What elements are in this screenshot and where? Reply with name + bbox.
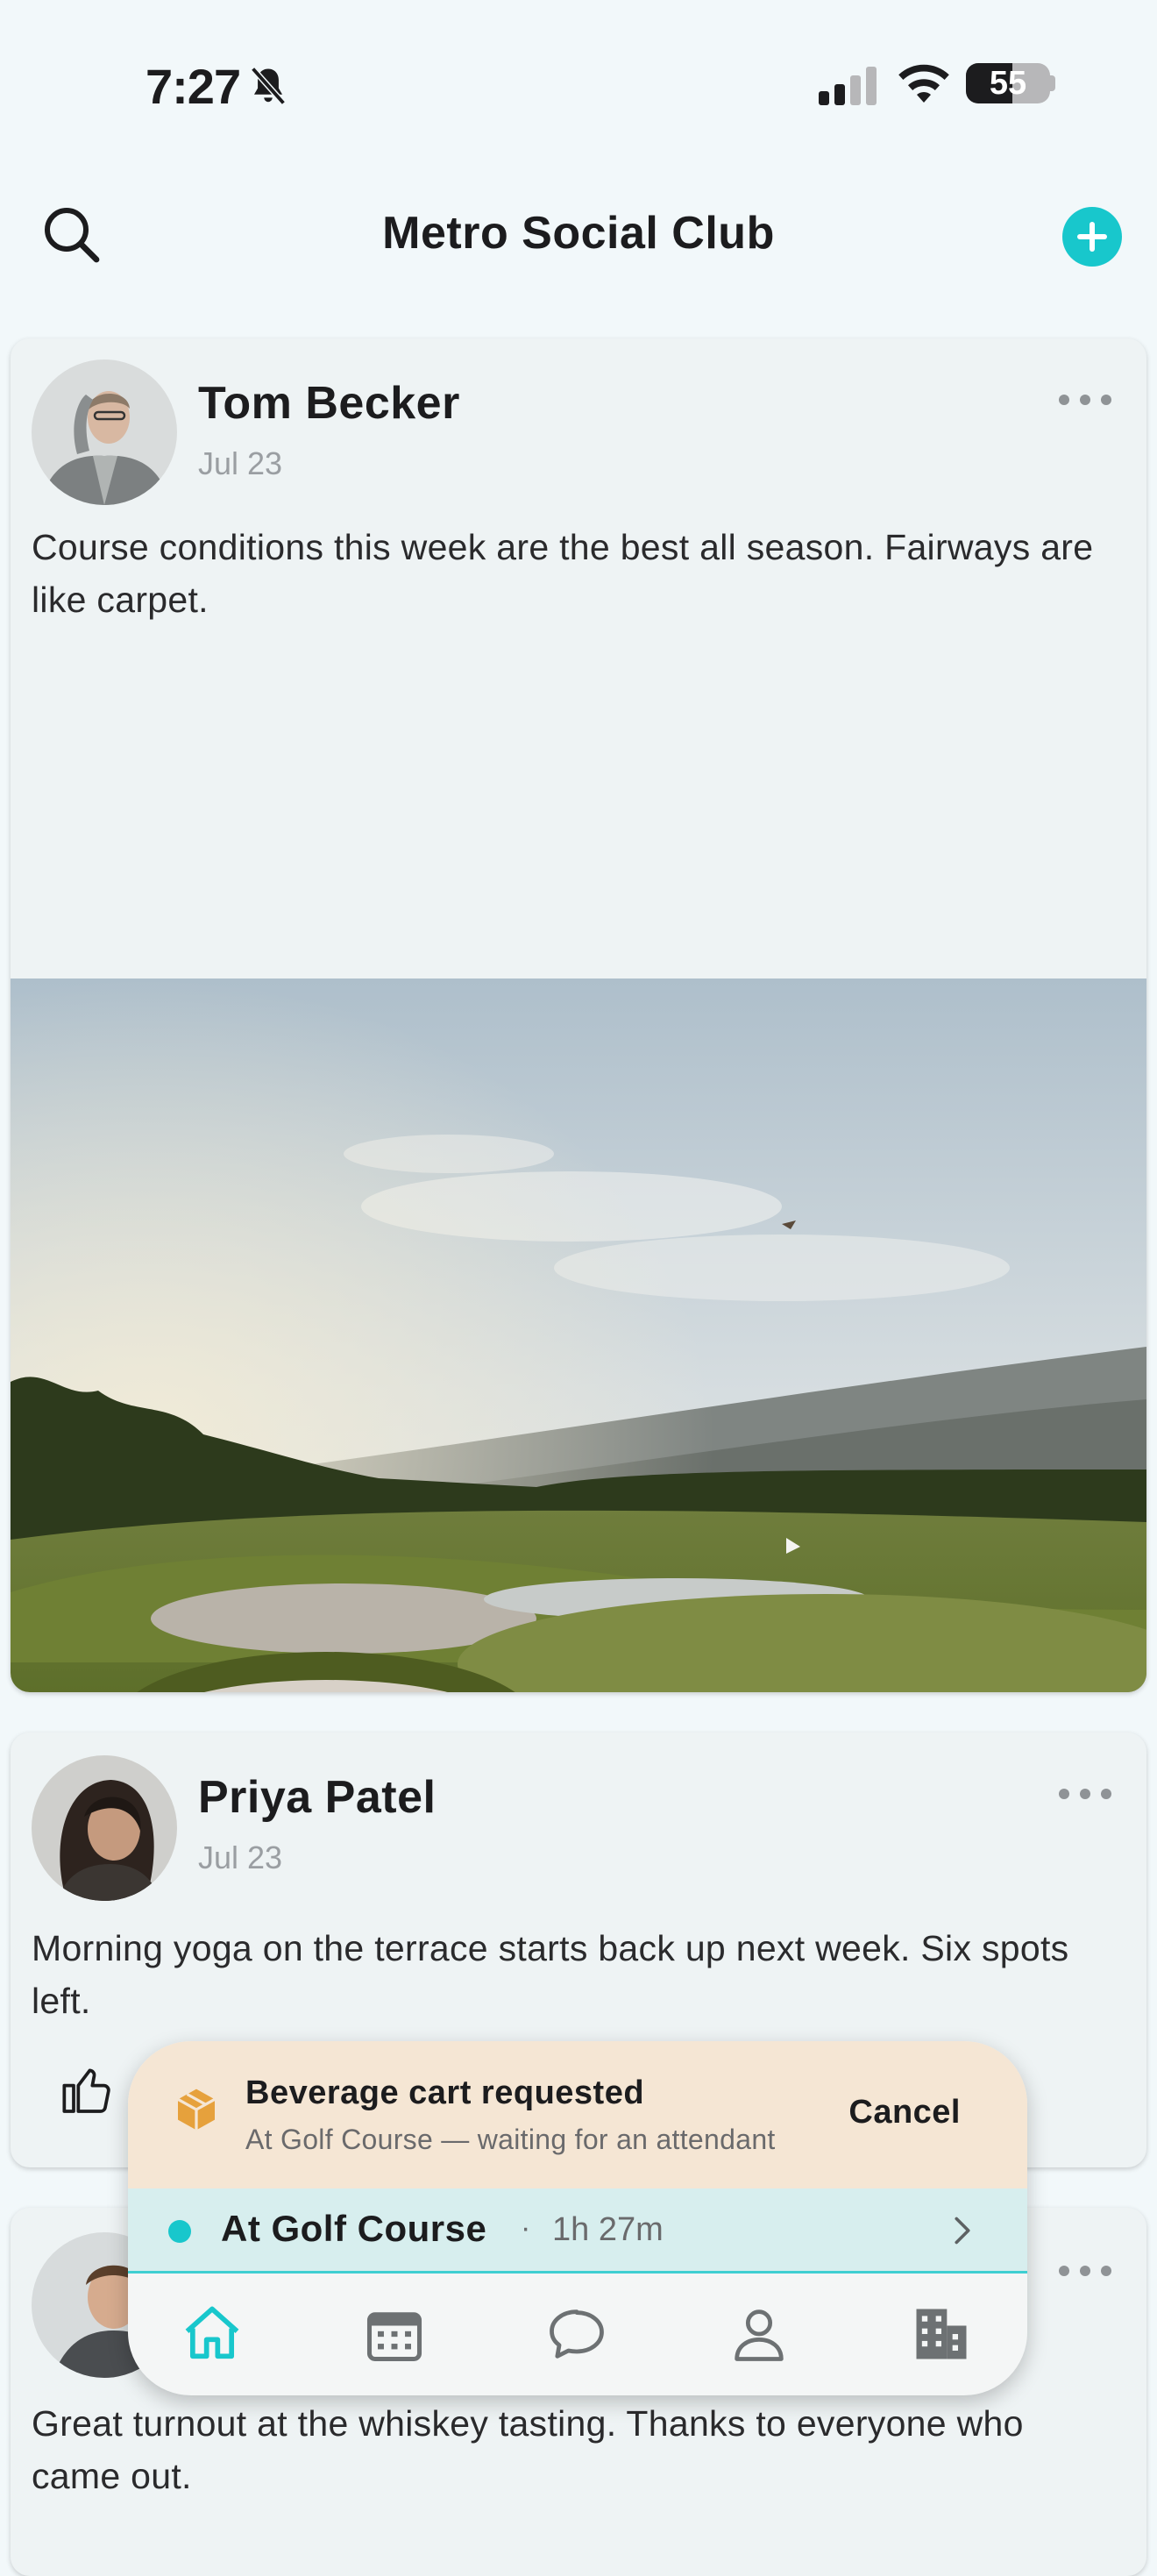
add-post-button[interactable]	[1062, 207, 1122, 267]
request-subtitle: At Golf Course — waiting for an attendan…	[245, 2124, 776, 2155]
page-title: Metro Social Club	[382, 208, 775, 259]
like-button[interactable]	[60, 2062, 116, 2118]
avatar[interactable]	[32, 359, 177, 505]
location-label: At Golf Course	[221, 2208, 487, 2249]
post-date: Jul 23	[198, 1839, 283, 1875]
more-options-button[interactable]	[1059, 1785, 1111, 1803]
package-icon	[177, 2089, 216, 2131]
post-author[interactable]: Tom Becker	[198, 377, 460, 430]
tab-messages[interactable]	[543, 2301, 610, 2367]
location-separator: ·	[521, 2211, 531, 2245]
more-options-button[interactable]	[1059, 391, 1111, 409]
avatar[interactable]	[32, 1755, 177, 1901]
more-options-button[interactable]	[1059, 2262, 1111, 2280]
tab-facilities[interactable]	[908, 2301, 975, 2367]
post-text: Morning yoga on the terrace starts back …	[32, 1928, 1069, 2021]
calendar-icon	[366, 2312, 422, 2362]
battery-indicator: 55	[966, 63, 1050, 103]
cellular-signal-icon	[819, 67, 877, 105]
tab-bar	[128, 2271, 1027, 2395]
bell-muted-icon	[251, 67, 286, 105]
post-date: Jul 23	[198, 445, 283, 481]
request-title: Beverage cart requested	[245, 2074, 645, 2111]
location-status-bar[interactable]: At Golf Course · 1h 27m	[128, 2188, 1027, 2274]
chevron-right-icon	[955, 2217, 970, 2245]
post-photo[interactable]	[11, 978, 1146, 1692]
home-icon	[185, 2306, 239, 2359]
tab-calendar[interactable]	[361, 2301, 428, 2367]
battery-cap	[1050, 75, 1055, 91]
profile-icon	[735, 2309, 784, 2361]
plus-icon	[1077, 222, 1107, 252]
building-icon	[916, 2309, 967, 2359]
post-author[interactable]: Priya Patel	[198, 1771, 436, 1824]
thumbs-up-icon	[62, 2068, 110, 2113]
post-text: Course conditions this week are the best…	[32, 527, 1094, 620]
floating-panel: Beverage cart requested At Golf Course —…	[128, 2041, 1027, 2395]
location-duration: 1h 27m	[552, 2211, 664, 2248]
status-time: 7:27	[146, 59, 241, 114]
wifi-icon	[898, 64, 949, 103]
battery-level: 55	[989, 65, 1027, 102]
tab-home[interactable]	[179, 2301, 245, 2367]
tab-profile[interactable]	[726, 2301, 792, 2367]
active-status-dot	[168, 2220, 191, 2243]
chat-icon	[550, 2309, 604, 2359]
post-text: Great turnout at the whiskey tasting. Th…	[32, 2403, 1024, 2496]
post-card[interactable]: Tom Becker Jul 23 Course conditions this…	[11, 338, 1146, 1692]
cancel-request-button[interactable]: Cancel	[848, 2094, 961, 2131]
request-banner: Beverage cart requested At Golf Course —…	[128, 2041, 1027, 2190]
